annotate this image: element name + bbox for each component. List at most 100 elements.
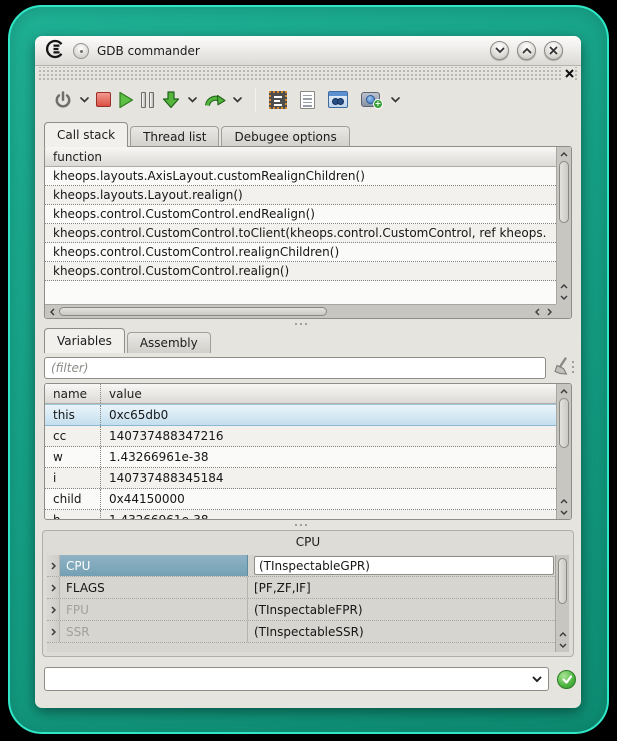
step-into-icon (161, 90, 181, 110)
tab-assembly[interactable]: Assembly (127, 332, 211, 353)
step-into-dropdown-button[interactable] (188, 97, 197, 103)
expand-arrow-icon[interactable] (47, 621, 60, 642)
cpu-row[interactable]: SSR (TInspectableSSR) (47, 621, 555, 643)
tab-debugee-options[interactable]: Debugee options (221, 126, 349, 147)
close-button[interactable] (544, 41, 563, 60)
expand-arrow-icon[interactable] (47, 577, 60, 598)
run-button[interactable] (118, 91, 134, 109)
command-input[interactable] (45, 672, 526, 686)
combo-dropdown-button[interactable] (526, 668, 548, 690)
pause-icon (141, 92, 146, 108)
broom-icon (551, 356, 572, 377)
callstack-row[interactable]: kheops.layouts.AxisLayout.customRealignC… (45, 167, 556, 186)
pause-button[interactable] (141, 92, 154, 108)
snapshot-dropdown-button[interactable] (391, 97, 400, 103)
cpu-row[interactable]: FPU (TInspectableFPR) (47, 599, 555, 621)
pin-button[interactable] (73, 43, 89, 59)
cpu-view-button[interactable] (269, 91, 287, 109)
output-button[interactable] (300, 91, 315, 109)
cpu-row[interactable]: FLAGS [PF,ZF,IF] (47, 577, 555, 599)
scrollbar-thumb[interactable] (559, 161, 569, 223)
splitter-handle[interactable] (295, 524, 307, 526)
step-over-dropdown-button[interactable] (233, 97, 242, 103)
variable-row[interactable]: w 1.43266961e-38 (45, 447, 556, 468)
power-icon (53, 90, 73, 110)
variable-row[interactable]: cc 140737488347216 (45, 426, 556, 447)
callstack-row[interactable]: kheops.control.CustomControl.toClient(kh… (45, 224, 556, 243)
scroll-down-icon[interactable] (557, 291, 571, 303)
callstack-tabbar: Call stack Thread list Debugee options (44, 122, 352, 147)
cpu-register-grid: CPU FLAGS [PF,ZF,IF] FPU (TInspectableFP… (47, 555, 569, 652)
shade-button[interactable] (490, 41, 509, 60)
variable-row[interactable]: child 0x44150000 (45, 489, 556, 510)
toolbar-separator (255, 88, 256, 112)
callstack-row[interactable]: kheops.control.CustomControl.realignChil… (45, 243, 556, 262)
callstack-row[interactable]: kheops.control.CustomControl.endRealign(… (45, 205, 556, 224)
scroll-up-icon[interactable] (557, 148, 571, 160)
stop-icon (96, 92, 111, 107)
scroll-up-icon[interactable] (557, 385, 571, 397)
cpu-vertical-scrollbar[interactable] (555, 555, 569, 652)
command-combobox[interactable] (44, 667, 549, 691)
scroll-left-icon[interactable] (46, 305, 58, 318)
variable-row[interactable]: this 0xc65db0 (45, 404, 556, 426)
column-header-value[interactable]: value (101, 384, 142, 403)
scroll-down-icon[interactable] (557, 506, 571, 518)
dock-close-icon[interactable] (563, 67, 575, 80)
stop-button[interactable] (96, 92, 111, 107)
expand-arrow-icon[interactable] (47, 555, 60, 576)
filter-splitter-handle[interactable] (572, 361, 574, 373)
cpu-groupbox: CPU CPU FLAGS [PF,ZF,IF] FPU (TInspectab… (42, 530, 574, 657)
tab-variables[interactable]: Variables (44, 328, 125, 353)
chevron-down-icon (391, 97, 400, 103)
variables-table: name value this 0xc65db0 cc 140737488347… (44, 383, 572, 520)
run-icon (118, 91, 134, 109)
submit-button[interactable] (557, 670, 576, 689)
gdb-commander-window: GDB commander (35, 36, 581, 708)
power-button[interactable] (53, 90, 73, 110)
callstack-column-header[interactable]: function (45, 147, 556, 167)
register-value-editor[interactable] (254, 556, 554, 575)
maximize-button[interactable] (517, 41, 536, 60)
tab-thread-list[interactable]: Thread list (130, 126, 219, 147)
column-header-name[interactable]: name (45, 384, 101, 403)
variables-header: name value (45, 384, 556, 404)
callstack-row[interactable]: kheops.layouts.Layout.realign() (45, 186, 556, 205)
output-icon (300, 91, 315, 109)
scrollbar-thumb[interactable] (59, 307, 327, 316)
step-over-button[interactable] (204, 90, 226, 110)
scroll-left-icon[interactable] (531, 305, 543, 318)
dock-handle-strip[interactable] (37, 67, 579, 81)
cpu-row[interactable]: CPU (47, 555, 555, 577)
app-logo-icon (45, 39, 65, 63)
chevron-down-icon (233, 97, 242, 103)
callstack-vertical-scrollbar[interactable] (556, 147, 571, 304)
scrollbar-thumb[interactable] (558, 558, 567, 604)
filter-input[interactable] (44, 357, 546, 379)
variable-row[interactable]: i 140737488345184 (45, 468, 556, 489)
callstack-row[interactable]: kheops.control.CustomControl.realign() (45, 262, 556, 281)
step-into-button[interactable] (161, 90, 181, 110)
variables-rows: this 0xc65db0 cc 140737488347216 w 1.432… (45, 404, 556, 520)
scrollbar-corner (556, 304, 571, 318)
window-controls (490, 41, 571, 60)
cpu-view-icon (269, 91, 287, 109)
callstack-horizontal-scrollbar[interactable] (45, 304, 556, 318)
snapshot-icon: + (361, 92, 380, 107)
scroll-down-icon[interactable] (556, 639, 569, 651)
snapshot-button[interactable]: + (361, 92, 380, 107)
variable-row[interactable]: h 1.43266961e-38 (45, 510, 556, 520)
scroll-right-icon[interactable] (543, 305, 555, 318)
variables-vertical-scrollbar[interactable] (556, 384, 571, 519)
power-dropdown-button[interactable] (80, 97, 89, 103)
splitter-handle[interactable] (295, 323, 307, 325)
titlebar: GDB commander (35, 36, 581, 66)
debug-toolbar: + (35, 81, 581, 118)
watch-button[interactable] (328, 91, 348, 108)
tab-call-stack[interactable]: Call stack (44, 122, 128, 147)
chevron-down-icon (532, 676, 542, 683)
scrollbar-thumb[interactable] (559, 398, 569, 448)
chevron-down-icon (188, 97, 197, 103)
clear-filter-button[interactable] (551, 356, 572, 381)
expand-arrow-icon[interactable] (47, 599, 60, 620)
